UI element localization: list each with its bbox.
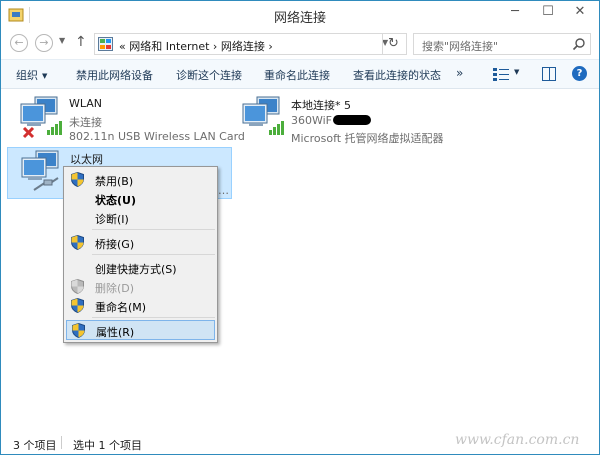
wifi-adapter-icon bbox=[242, 96, 284, 135]
uac-shield-icon bbox=[71, 298, 84, 313]
redacted-text-mark bbox=[333, 115, 372, 125]
menu-item-label: 禁用(B) bbox=[95, 175, 134, 188]
breadcrumb-network-connections[interactable]: 网络连接 bbox=[221, 40, 265, 53]
menu-item-diagnose[interactable]: 诊断(I) bbox=[66, 208, 215, 228]
search-input[interactable]: 搜索"网络连接" bbox=[422, 38, 498, 54]
view-options-chevron-down-icon[interactable]: ▼ bbox=[514, 68, 519, 76]
menu-item-label: 诊断(I) bbox=[95, 213, 129, 226]
status-separator bbox=[61, 436, 62, 449]
uac-shield-icon bbox=[71, 279, 84, 294]
up-button[interactable]: ↑ bbox=[75, 34, 87, 50]
menu-item-properties[interactable]: 属性(R) bbox=[66, 320, 215, 340]
adapter-status: 360WiF bbox=[291, 114, 372, 127]
uac-shield-icon bbox=[71, 172, 84, 187]
search-box[interactable]: 搜索"网络连接" bbox=[413, 33, 591, 55]
minimize-button[interactable]: ─ bbox=[501, 1, 529, 23]
rename-connection-button[interactable]: 重命名此连接 bbox=[264, 67, 330, 83]
menu-item-label: 状态(U) bbox=[95, 194, 136, 207]
close-button[interactable]: ✕ bbox=[563, 1, 597, 23]
back-button[interactable]: ← bbox=[10, 34, 28, 52]
command-bar: 组织 ▼ 禁用此网络设备 诊断这个连接 重命名此连接 查看此连接的状态 » ▼ ? bbox=[1, 59, 599, 89]
menu-separator bbox=[92, 317, 215, 318]
menu-item-label: 桥接(G) bbox=[95, 238, 135, 251]
breadcrumb-overflow[interactable]: « bbox=[119, 40, 126, 53]
navigation-bar: ← → ▼ ↑ « 网络和 Internet › 网络连接 › ▼ ↻ 搜索"网… bbox=[1, 30, 599, 58]
breadcrumb: « 网络和 Internet › 网络连接 › bbox=[119, 38, 273, 54]
disable-device-button[interactable]: 禁用此网络设备 bbox=[76, 67, 153, 83]
recent-locations-chevron-icon[interactable]: ▼ bbox=[59, 36, 65, 45]
menu-item-label: 重命名(M) bbox=[95, 301, 147, 314]
menu-item-label: 创建快捷方式(S) bbox=[95, 263, 177, 276]
organize-menu[interactable]: 组织 ▼ bbox=[16, 67, 47, 83]
diagnose-connection-button[interactable]: 诊断这个连接 bbox=[176, 67, 242, 83]
menu-item-rename[interactable]: 重命名(M) bbox=[66, 296, 215, 316]
maximize-button[interactable]: ☐ bbox=[534, 1, 562, 23]
menu-item-bridge[interactable]: 桥接(G) bbox=[66, 233, 215, 253]
adapter-device: 802.11n USB Wireless LAN Card bbox=[69, 130, 245, 143]
context-menu: 禁用(B) 状态(U) 诊断(I) 桥接(G) 创建快捷方式(S) 删除(D) … bbox=[63, 166, 218, 343]
search-icon[interactable] bbox=[572, 37, 586, 51]
watermark: www.cfan.com.cn bbox=[455, 432, 580, 448]
adapter-wlan[interactable]: WLAN 未连接 802.11n USB Wireless LAN Card bbox=[7, 94, 245, 146]
menu-item-status[interactable]: 状态(U) bbox=[66, 189, 215, 209]
connections-list: WLAN 未连接 802.11n USB Wireless LAN Card 本… bbox=[1, 90, 599, 430]
menu-item-delete: 删除(D) bbox=[66, 277, 215, 297]
organize-chevron-down-icon: ▼ bbox=[42, 72, 48, 80]
item-count: 3 个项目 bbox=[13, 439, 57, 452]
adapter-device: Microsoft 托管网络虚拟适配器 bbox=[291, 132, 444, 145]
uac-shield-icon bbox=[71, 235, 84, 250]
signal-bars-icon bbox=[269, 121, 284, 135]
ethernet-adapter-icon bbox=[21, 150, 59, 191]
adapter-status: 未连接 bbox=[69, 116, 102, 129]
adapter-status-text: 360WiF bbox=[291, 114, 333, 127]
signal-bars-icon bbox=[47, 121, 62, 135]
change-view-icon[interactable] bbox=[493, 67, 509, 81]
adapter-local-connection-5[interactable]: 本地连接* 5 360WiF Microsoft 托管网络虚拟适配器 bbox=[229, 94, 455, 146]
address-bar[interactable]: « 网络和 Internet › 网络连接 › ▼ bbox=[94, 33, 407, 55]
refresh-button[interactable]: ↻ bbox=[382, 33, 404, 55]
more-commands-button[interactable]: » bbox=[456, 66, 463, 80]
menu-item-label: 删除(D) bbox=[95, 282, 135, 295]
menu-item-label: 属性(R) bbox=[96, 326, 135, 339]
help-icon[interactable]: ? bbox=[572, 66, 587, 81]
forward-button[interactable]: → bbox=[35, 34, 53, 52]
disconnected-x-icon bbox=[22, 126, 35, 139]
preview-pane-icon[interactable] bbox=[542, 67, 556, 81]
menu-item-disable[interactable]: 禁用(B) bbox=[66, 170, 215, 190]
network-connections-window: 网络连接 ─ ☐ ✕ ← → ▼ ↑ « 网络和 Internet › 网络连接… bbox=[0, 0, 600, 455]
breadcrumb-separator[interactable]: › bbox=[268, 40, 272, 53]
view-status-button[interactable]: 查看此连接的状态 bbox=[353, 67, 441, 83]
adapter-name: 本地连接* 5 bbox=[291, 99, 351, 112]
adapter-device-truncated: … bbox=[218, 184, 229, 197]
status-bar: 3 个项目 选中 1 个项目 www.cfan.com.cn bbox=[1, 430, 599, 454]
control-panel-icon bbox=[98, 37, 113, 51]
breadcrumb-network-internet[interactable]: 网络和 Internet bbox=[129, 40, 209, 53]
selected-count: 选中 1 个项目 bbox=[73, 439, 142, 452]
uac-shield-icon bbox=[72, 323, 85, 338]
wifi-adapter-icon bbox=[20, 96, 62, 139]
title-bar[interactable]: 网络连接 ─ ☐ ✕ bbox=[1, 1, 599, 30]
organize-label: 组织 bbox=[16, 69, 38, 82]
breadcrumb-separator[interactable]: › bbox=[213, 40, 217, 53]
adapter-name: WLAN bbox=[69, 97, 103, 110]
menu-separator bbox=[92, 254, 215, 255]
menu-separator bbox=[92, 229, 215, 230]
adapter-name: 以太网 bbox=[70, 153, 103, 166]
menu-item-create-shortcut[interactable]: 创建快捷方式(S) bbox=[66, 258, 215, 278]
